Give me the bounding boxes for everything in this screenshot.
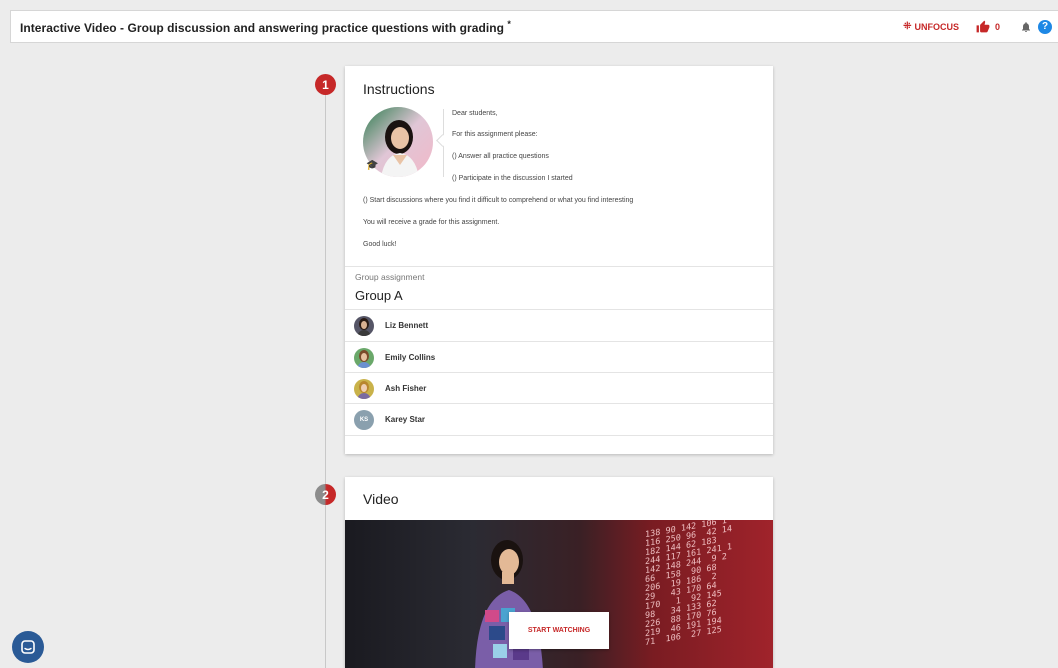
instruction-line: () Participate in the discussion I start… bbox=[452, 175, 573, 182]
top-bar: Interactive Video - Group discussion and… bbox=[10, 10, 1058, 43]
unfocus-button[interactable]: ⁜ UNFOCUS bbox=[903, 21, 959, 32]
chat-icon bbox=[21, 640, 35, 654]
group-assignment-label: Group assignment bbox=[355, 272, 425, 282]
timeline-line bbox=[325, 95, 326, 668]
member-row[interactable]: Emily Collins bbox=[345, 342, 773, 373]
instruction-line: You will receive a grade for this assign… bbox=[363, 219, 500, 226]
step-number-1: 1 bbox=[315, 74, 336, 95]
member-row[interactable]: Ash Fisher bbox=[345, 373, 773, 404]
member-row[interactable]: Liz Bennett bbox=[345, 310, 773, 341]
member-name: Liz Bennett bbox=[385, 321, 429, 330]
thumbs-up-icon bbox=[976, 20, 990, 33]
page-title: Interactive Video - Group discussion and… bbox=[20, 18, 511, 35]
bell-icon[interactable] bbox=[1020, 21, 1032, 33]
instruction-line: Good luck! bbox=[363, 241, 397, 248]
instruction-line: Dear students, bbox=[452, 110, 498, 117]
instructions-card: Instructions 🎓 Dear students, For this a… bbox=[345, 66, 773, 454]
help-button[interactable]: ? bbox=[1038, 19, 1052, 34]
member-name: Emily Collins bbox=[385, 353, 436, 362]
likes-count: 0 bbox=[994, 21, 1000, 32]
step-number-2: 2 bbox=[315, 484, 336, 505]
video-background-numbers: 138 90 142 106 1 116 250 96 42 14 182 14… bbox=[645, 520, 732, 649]
unfocus-label: UNFOCUS bbox=[914, 21, 959, 32]
instructions-title: Instructions bbox=[363, 81, 435, 97]
avatar bbox=[354, 315, 374, 336]
member-row[interactable]: KS Karey Star bbox=[345, 404, 773, 435]
avatar-initials: KS bbox=[354, 409, 374, 430]
collapse-icon: ⁜ bbox=[903, 21, 912, 32]
group-name: Group A bbox=[355, 288, 403, 303]
member-name: Karey Star bbox=[385, 415, 426, 424]
top-actions: ⁜ UNFOCUS 0 ? bbox=[903, 11, 1052, 42]
like-button[interactable]: 0 bbox=[976, 20, 1000, 33]
speech-bubble-border bbox=[443, 109, 444, 177]
graduation-cap-icon: 🎓 bbox=[366, 160, 379, 171]
divider bbox=[345, 266, 773, 267]
video-card: Video 138 90 142 106 1 116 250 96 42 14 … bbox=[345, 477, 773, 668]
instruction-line: For this assignment please: bbox=[452, 131, 538, 138]
instruction-line: () Start discussions where you find it d… bbox=[363, 197, 634, 204]
member-name: Ash Fisher bbox=[385, 384, 427, 393]
video-title: Video bbox=[363, 491, 399, 507]
avatar bbox=[354, 378, 374, 399]
instruction-line: () Answer all practice questions bbox=[452, 153, 549, 160]
chat-launcher-button[interactable] bbox=[12, 631, 44, 663]
start-watching-button[interactable]: START WATCHING bbox=[509, 612, 609, 649]
avatar bbox=[354, 347, 374, 368]
video-thumbnail[interactable]: 138 90 142 106 1 116 250 96 42 14 182 14… bbox=[345, 520, 773, 668]
divider bbox=[345, 435, 773, 436]
